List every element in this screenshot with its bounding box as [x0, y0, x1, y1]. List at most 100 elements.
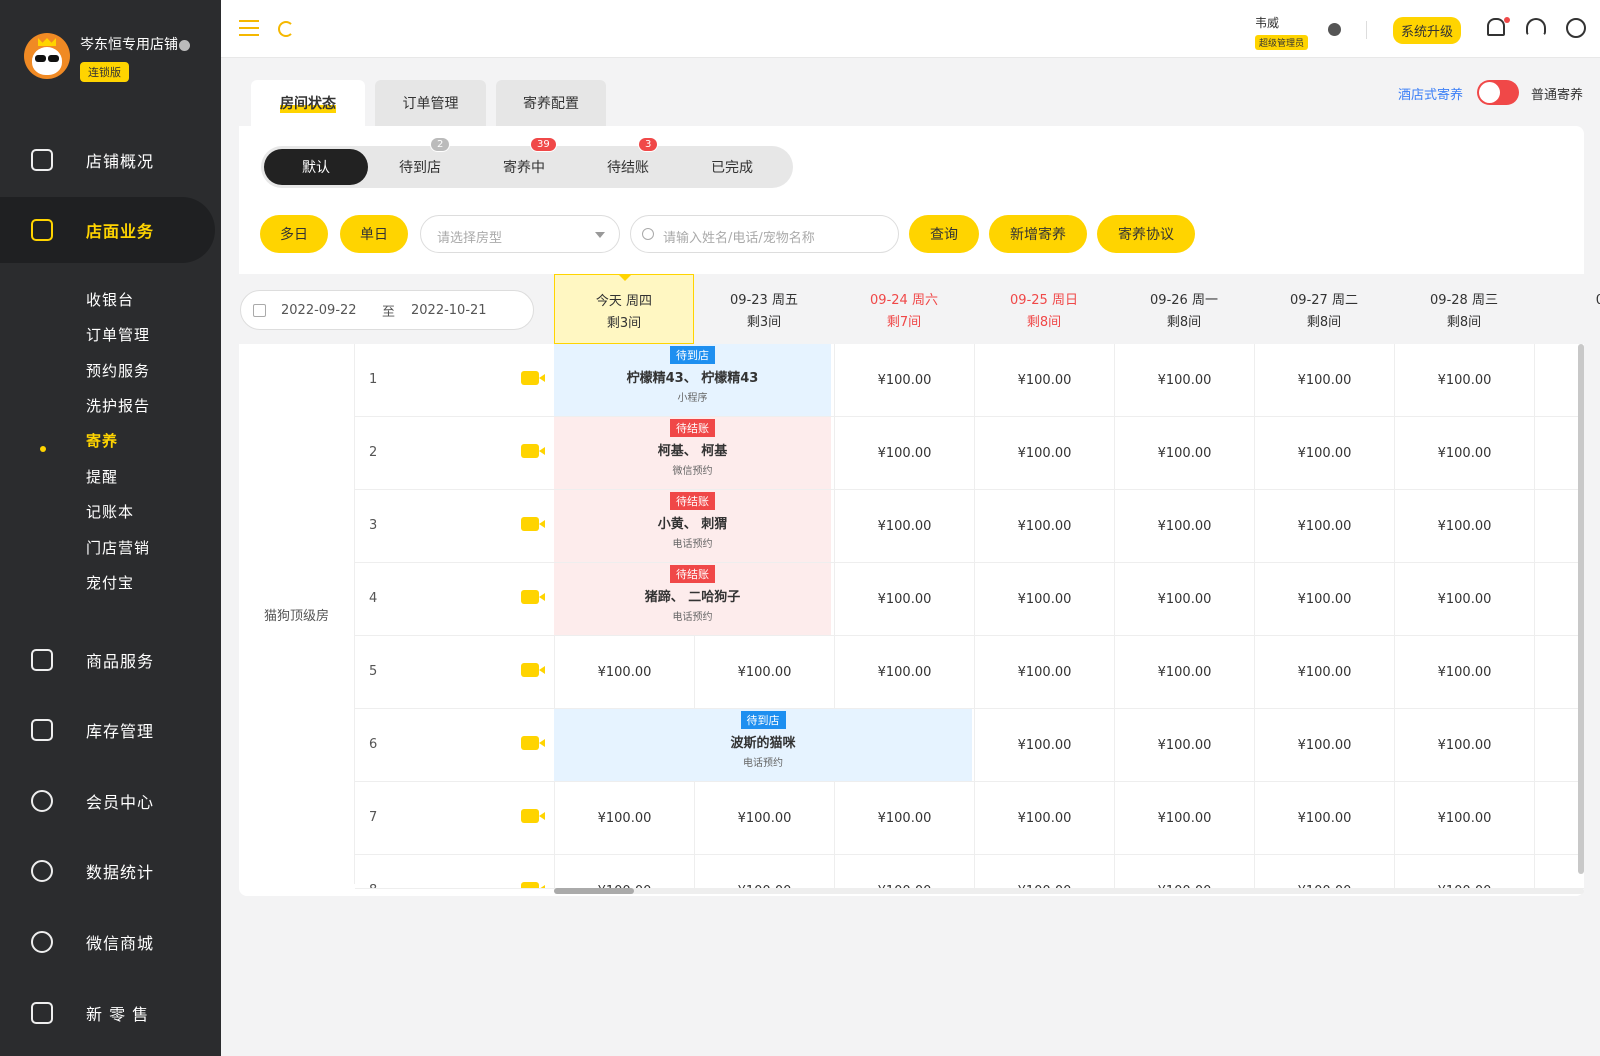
price-cell[interactable]: ¥100.00 [974, 636, 1114, 708]
camera-icon[interactable] [521, 809, 545, 823]
status-tab-pending-arrival[interactable]: 待到店 2 [368, 137, 472, 188]
nav-item-goods[interactable]: 商品服务 [0, 630, 221, 690]
sub-item-ledger[interactable]: 记账本 [86, 501, 134, 522]
price-cell[interactable]: ¥100.00 [974, 417, 1114, 489]
price-cell[interactable]: ¥100.00 [1254, 782, 1394, 854]
sub-item-appointments[interactable]: 预约服务 [86, 360, 150, 381]
price-cell[interactable] [1534, 782, 1584, 854]
price-cell[interactable]: ¥100.00 [1394, 709, 1534, 781]
room-type-select[interactable]: 请选择房型 [420, 215, 620, 253]
boarding-mode-toggle[interactable] [1477, 80, 1519, 105]
day-column[interactable]: 09-26 周一 剩8间 [1114, 274, 1254, 344]
price-cell[interactable]: ¥100.00 [834, 636, 974, 708]
price-cell[interactable]: ¥100.00 [1254, 344, 1394, 416]
price-cell[interactable] [1534, 855, 1584, 888]
price-cell[interactable] [1534, 636, 1584, 708]
price-cell[interactable]: ¥100.00 [834, 344, 974, 416]
sub-item-boarding[interactable]: 寄养 [86, 430, 118, 451]
status-tab-completed[interactable]: 已完成 [680, 146, 784, 188]
price-cell[interactable]: ¥100.00 [1114, 417, 1254, 489]
user-name[interactable]: 韦威 [1255, 14, 1279, 31]
sub-item-care-report[interactable]: 洗护报告 [86, 395, 150, 416]
price-cell[interactable]: ¥100.00 [1254, 417, 1394, 489]
day-column[interactable]: 09 [1534, 274, 1600, 344]
price-cell[interactable]: ¥100.00 [834, 782, 974, 854]
status-tab-boarding[interactable]: 寄养中 39 [472, 137, 576, 188]
day-column[interactable]: 09-27 周二 剩8间 [1254, 274, 1394, 344]
price-cell[interactable]: ¥100.00 [834, 563, 974, 635]
price-cell[interactable]: ¥100.00 [1254, 563, 1394, 635]
day-column[interactable]: 09-24 周六 剩7间 [834, 274, 974, 344]
sub-item-pay[interactable]: 宠付宝 [86, 572, 134, 593]
system-upgrade-button[interactable]: 系统升级 [1393, 17, 1462, 44]
chevron-down-icon[interactable] [1328, 23, 1341, 36]
camera-icon[interactable] [521, 590, 545, 604]
price-cell[interactable]: ¥100.00 [1114, 782, 1254, 854]
sub-item-marketing[interactable]: 门店营销 [86, 537, 150, 558]
price-cell[interactable]: ¥100.00 [974, 490, 1114, 562]
price-cell[interactable]: ¥100.00 [1394, 417, 1534, 489]
price-cell[interactable] [1534, 563, 1584, 635]
price-cell[interactable]: ¥100.00 [1394, 636, 1534, 708]
price-cell[interactable]: ¥100.00 [1114, 563, 1254, 635]
normal-mode-label[interactable]: 普通寄养 [1531, 84, 1583, 103]
price-cell[interactable]: ¥100.00 [694, 782, 834, 854]
price-cell[interactable] [1534, 417, 1584, 489]
sub-item-reminders[interactable]: 提醒 [86, 466, 118, 487]
clock-icon[interactable] [1566, 18, 1586, 38]
dropdown-icon[interactable] [179, 39, 190, 51]
day-column-today[interactable]: 今天 周四 剩3间 [554, 274, 694, 344]
booking-block[interactable]: 待到店 柠檬精43、 柠檬精43 小程序 [554, 344, 831, 416]
price-cell[interactable]: ¥100.00 [974, 782, 1114, 854]
price-cell[interactable] [1534, 490, 1584, 562]
booking-block[interactable]: 待结账 小黄、 刺猬 电话预约 [554, 490, 831, 562]
price-cell[interactable]: ¥100.00 [1254, 636, 1394, 708]
day-column[interactable]: 09-25 周日 剩8间 [974, 274, 1114, 344]
horizontal-scrollbar[interactable] [554, 888, 1584, 894]
date-range-picker[interactable]: 2022-09-22 至 2022-10-21 [240, 290, 534, 330]
price-cell[interactable]: ¥100.00 [834, 417, 974, 489]
price-cell[interactable] [1534, 709, 1584, 781]
price-cell[interactable]: ¥100.00 [1114, 344, 1254, 416]
sub-item-cashier[interactable]: 收银台 [86, 289, 134, 310]
refresh-icon[interactable] [278, 21, 294, 37]
price-cell[interactable]: ¥100.00 [974, 344, 1114, 416]
price-cell[interactable]: ¥100.00 [1114, 636, 1254, 708]
multi-day-button[interactable]: 多日 [260, 215, 328, 253]
price-cell[interactable] [1534, 344, 1584, 416]
bell-icon[interactable] [1487, 18, 1505, 36]
price-cell[interactable]: ¥100.00 [974, 855, 1114, 888]
add-boarding-button[interactable]: 新增寄养 [989, 215, 1087, 253]
price-cell[interactable]: ¥100.00 [974, 709, 1114, 781]
status-tab-pending-checkout[interactable]: 待结账 3 [576, 137, 680, 188]
hotel-mode-label[interactable]: 酒店式寄养 [1398, 84, 1463, 103]
price-cell[interactable]: ¥100.00 [1254, 709, 1394, 781]
price-cell[interactable]: ¥100.00 [1394, 490, 1534, 562]
price-cell[interactable]: ¥100.00 [1254, 855, 1394, 888]
price-cell[interactable]: ¥100.00 [834, 490, 974, 562]
booking-block[interactable]: 待到店 波斯的猫咪 电话预约 [554, 709, 972, 781]
boarding-agreement-button[interactable]: 寄养协议 [1097, 215, 1195, 253]
shop-name[interactable]: 岑东恒专用店铺 [80, 34, 190, 54]
tab-room-status[interactable]: 房间状态 [251, 80, 365, 126]
scrollbar-thumb[interactable] [554, 888, 634, 894]
nav-item-store-business[interactable]: 店面业务 [0, 197, 215, 263]
tab-boarding-config[interactable]: 寄养配置 [496, 80, 606, 126]
nav-item-overview[interactable]: 店铺概况 [0, 130, 221, 190]
camera-icon[interactable] [521, 444, 545, 458]
booking-block[interactable]: 待结账 猪蹄、 二哈狗子 电话预约 [554, 563, 831, 635]
nav-item-wechat-mall[interactable]: 微信商城 [0, 912, 221, 972]
price-cell[interactable]: ¥100.00 [694, 636, 834, 708]
camera-icon[interactable] [521, 371, 545, 385]
nav-item-members[interactable]: 会员中心 [0, 771, 221, 831]
price-cell[interactable]: ¥100.00 [1114, 490, 1254, 562]
price-cell[interactable]: ¥100.00 [1394, 855, 1534, 888]
nav-item-stats[interactable]: 数据统计 [0, 841, 221, 901]
tab-order-management[interactable]: 订单管理 [375, 80, 486, 126]
day-column[interactable]: 09-28 周三 剩8间 [1394, 274, 1534, 344]
price-cell[interactable]: ¥100.00 [1114, 709, 1254, 781]
price-cell[interactable]: ¥100.00 [834, 855, 974, 888]
query-button[interactable]: 查询 [909, 215, 979, 253]
price-cell[interactable]: ¥100.00 [1394, 563, 1534, 635]
price-cell[interactable]: ¥100.00 [554, 782, 694, 854]
